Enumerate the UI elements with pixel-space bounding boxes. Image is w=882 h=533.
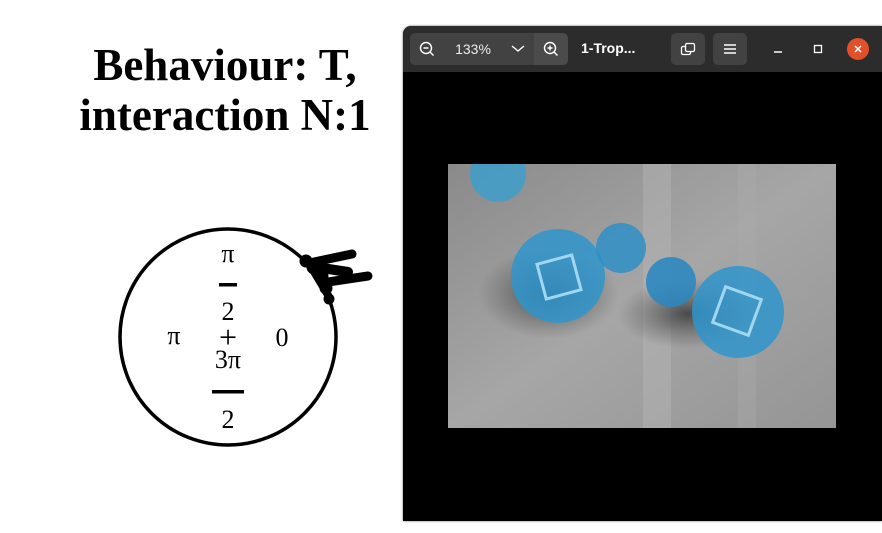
trajectory-mark (323, 271, 373, 287)
zoom-out-button[interactable] (410, 33, 444, 65)
rotate-button[interactable] (671, 33, 705, 65)
zoom-in-button[interactable] (534, 33, 568, 65)
ant-marker (692, 266, 784, 358)
document-title: 1-Trop... (581, 40, 636, 56)
zoom-out-icon (419, 41, 434, 56)
minimize-icon (774, 51, 782, 53)
label-pi-half-numerator: π (221, 239, 234, 268)
trajectory-mark (309, 249, 357, 267)
main-menu-button[interactable] (713, 33, 747, 65)
image-canvas[interactable] (403, 72, 882, 521)
chevron-down-icon (511, 45, 525, 52)
maximize-button[interactable] (807, 38, 829, 60)
figure-title-line1: Behaviour: T, (93, 40, 357, 90)
trajectory-mark (323, 293, 335, 305)
fraction-bar-top (219, 283, 237, 287)
trajectory-mark (319, 281, 333, 295)
label-zero: 0 (276, 323, 289, 352)
minimize-button[interactable] (767, 38, 789, 60)
label-three-pi-half-numerator: 3π (215, 345, 241, 374)
viewer-headerbar: 133% 1-Trop... (403, 26, 882, 72)
fraction-bar-bottom (212, 390, 244, 394)
zoom-menu-button[interactable] (502, 33, 534, 65)
hamburger-menu-icon (724, 44, 736, 54)
label-pi: π (167, 321, 180, 350)
maximize-icon (813, 44, 823, 54)
figure-title: Behaviour: T, interaction N:1 (40, 40, 410, 140)
zoom-level-display[interactable]: 133% (444, 33, 502, 65)
zoom-in-icon (543, 41, 558, 56)
rotate-icon (680, 42, 696, 56)
figure-title-line2: interaction N:1 (79, 90, 371, 140)
trajectory-marks (299, 249, 373, 305)
displayed-photo (448, 164, 836, 428)
ant-marker (511, 229, 605, 323)
trajectory-mark (313, 268, 329, 284)
polar-direction-diagram: π 2 + π 0 3π 2 (100, 210, 400, 470)
label-three-pi-half-denominator: 2 (222, 405, 235, 434)
close-icon (854, 45, 862, 53)
image-viewer-window: 133% 1-Trop... (403, 26, 882, 521)
ant-marker (596, 223, 646, 273)
close-button[interactable] (847, 38, 869, 60)
ant-marker (646, 257, 696, 307)
